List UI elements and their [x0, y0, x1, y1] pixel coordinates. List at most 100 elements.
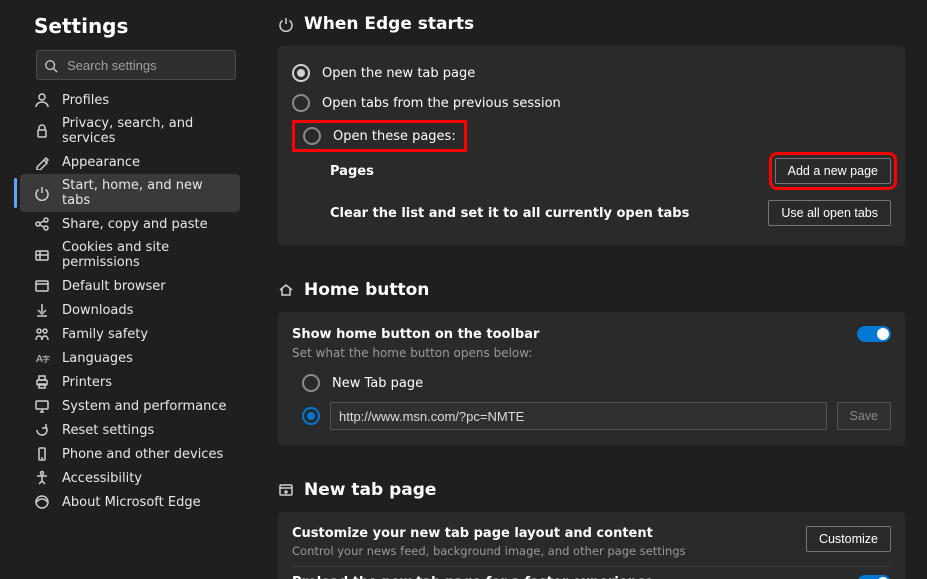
sidebar-item-label: Family safety [62, 327, 148, 342]
when-edge-starts-heading: When Edge starts [278, 14, 905, 34]
family-icon [34, 326, 50, 342]
sidebar-item-share-copy-paste[interactable]: Share, copy and paste [20, 212, 240, 236]
sidebar-item-label: Profiles [62, 93, 109, 108]
languages-icon: A字 [34, 350, 50, 366]
new-tab-page-card: Customize your new tab page layout and c… [278, 512, 905, 579]
sidebar-item-start-home-new-tabs[interactable]: Start, home, and new tabs [20, 174, 240, 212]
cookies-icon [34, 247, 50, 263]
start-option-previous-session[interactable]: Open tabs from the previous session [292, 88, 891, 118]
start-option-open-these-pages[interactable]: Open these pages: [292, 118, 891, 154]
ntp-customize-sub: Control your news feed, background image… [292, 544, 686, 558]
share-icon [34, 216, 50, 232]
appearance-icon [34, 154, 50, 170]
settings-sidebar: Settings Profiles Privacy, search, and s… [0, 0, 260, 579]
accessibility-icon [34, 470, 50, 486]
ntp-customize-text: Customize your new tab page layout and c… [292, 526, 686, 558]
sidebar-item-label: Privacy, search, and services [62, 116, 230, 146]
start-option-new-tab[interactable]: Open the new tab page [292, 58, 891, 88]
heading-text: When Edge starts [304, 14, 474, 34]
home-icon [278, 282, 294, 298]
show-home-label: Show home button on the toolbar [292, 327, 539, 342]
sidebar-item-label: Default browser [62, 279, 166, 294]
ntp-customize-button[interactable]: Customize [806, 526, 891, 552]
home-button-card: Show home button on the toolbar Set what… [278, 312, 905, 446]
printer-icon [34, 374, 50, 390]
sidebar-item-label: Languages [62, 351, 133, 366]
highlight-open-these-pages: Open these pages: [292, 120, 467, 152]
power-icon [34, 185, 50, 201]
add-new-page-button[interactable]: Add a new page [775, 158, 891, 184]
clear-label: Clear the list and set it to all current… [330, 206, 689, 221]
sidebar-item-label: Downloads [62, 303, 133, 318]
show-home-row: Show home button on the toolbar [292, 324, 891, 344]
edge-icon [34, 494, 50, 510]
sidebar-item-languages[interactable]: A字 Languages [20, 346, 240, 370]
heading-text: Home button [304, 280, 429, 300]
sidebar-item-label: Printers [62, 375, 112, 390]
radio-label: Open the new tab page [322, 66, 475, 81]
new-tab-page-heading: New tab page [278, 480, 905, 500]
sidebar-item-label: Phone and other devices [62, 447, 223, 462]
radio-icon[interactable] [302, 407, 320, 425]
clear-row: Clear the list and set it to all current… [292, 196, 891, 230]
system-icon [34, 398, 50, 414]
sidebar-item-label: Appearance [62, 155, 140, 170]
sidebar-item-reset[interactable]: Reset settings [20, 418, 240, 442]
sidebar-item-default-browser[interactable]: Default browser [20, 274, 240, 298]
sidebar-item-label: About Microsoft Edge [62, 495, 201, 510]
ntp-customize-row: Customize your new tab page layout and c… [292, 524, 891, 566]
home-option-url-row: Save [292, 398, 891, 430]
sidebar-item-printers[interactable]: Printers [20, 370, 240, 394]
sidebar-item-label: System and performance [62, 399, 226, 414]
settings-main: When Edge starts Open the new tab page O… [260, 0, 927, 579]
sidebar-item-label: Cookies and site permissions [62, 240, 230, 270]
radio-icon [292, 94, 310, 112]
pages-row: Pages Add a new page [292, 154, 891, 188]
home-url-input[interactable] [330, 402, 827, 430]
when-edge-starts-card: Open the new tab page Open tabs from the… [278, 46, 905, 246]
ntp-preload-title: Preload the new tab page for a faster ex… [292, 575, 812, 579]
power-icon [278, 16, 294, 32]
ntp-preload-toggle[interactable] [857, 575, 891, 579]
profile-icon [34, 92, 50, 108]
search-input[interactable] [36, 50, 236, 80]
download-icon [34, 302, 50, 318]
sidebar-item-label: Start, home, and new tabs [62, 178, 230, 208]
use-all-open-tabs-button[interactable]: Use all open tabs [768, 200, 891, 226]
radio-label: New Tab page [332, 376, 423, 391]
radio-label: Open tabs from the previous session [322, 96, 561, 111]
sidebar-item-accessibility[interactable]: Accessibility [20, 466, 240, 490]
ntp-customize-title: Customize your new tab page layout and c… [292, 526, 686, 541]
sidebar-item-downloads[interactable]: Downloads [20, 298, 240, 322]
sidebar-item-appearance[interactable]: Appearance [20, 150, 240, 174]
show-home-subtext: Set what the home button opens below: [292, 346, 891, 360]
sidebar-item-privacy[interactable]: Privacy, search, and services [20, 112, 240, 150]
sidebar-item-phone[interactable]: Phone and other devices [20, 442, 240, 466]
sidebar-item-cookies[interactable]: Cookies and site permissions [20, 236, 240, 274]
lock-icon [34, 123, 50, 139]
home-url-save-button[interactable]: Save [837, 402, 892, 430]
sidebar-item-profiles[interactable]: Profiles [20, 88, 240, 112]
pages-label: Pages [330, 164, 374, 179]
phone-icon [34, 446, 50, 462]
radio-icon [303, 127, 321, 145]
sidebar-item-system[interactable]: System and performance [20, 394, 240, 418]
sidebar-item-label: Share, copy and paste [62, 217, 208, 232]
search-icon [44, 58, 58, 72]
radio-icon [302, 374, 320, 392]
sidebar-item-family[interactable]: Family safety [20, 322, 240, 346]
show-home-toggle[interactable] [857, 326, 891, 342]
page-title: Settings [14, 10, 240, 50]
heading-text: New tab page [304, 480, 436, 500]
reset-icon [34, 422, 50, 438]
radio-icon [292, 64, 310, 82]
home-option-new-tab[interactable]: New Tab page [292, 368, 891, 398]
home-button-heading: Home button [278, 280, 905, 300]
new-tab-icon [278, 482, 294, 498]
ntp-preload-text: Preload the new tab page for a faster ex… [292, 575, 812, 579]
sidebar-item-about[interactable]: About Microsoft Edge [20, 490, 240, 514]
search-wrap [36, 50, 236, 80]
svg-text:字: 字 [42, 354, 50, 364]
sidebar-nav: Profiles Privacy, search, and services A… [14, 88, 240, 514]
sidebar-item-label: Accessibility [62, 471, 142, 486]
